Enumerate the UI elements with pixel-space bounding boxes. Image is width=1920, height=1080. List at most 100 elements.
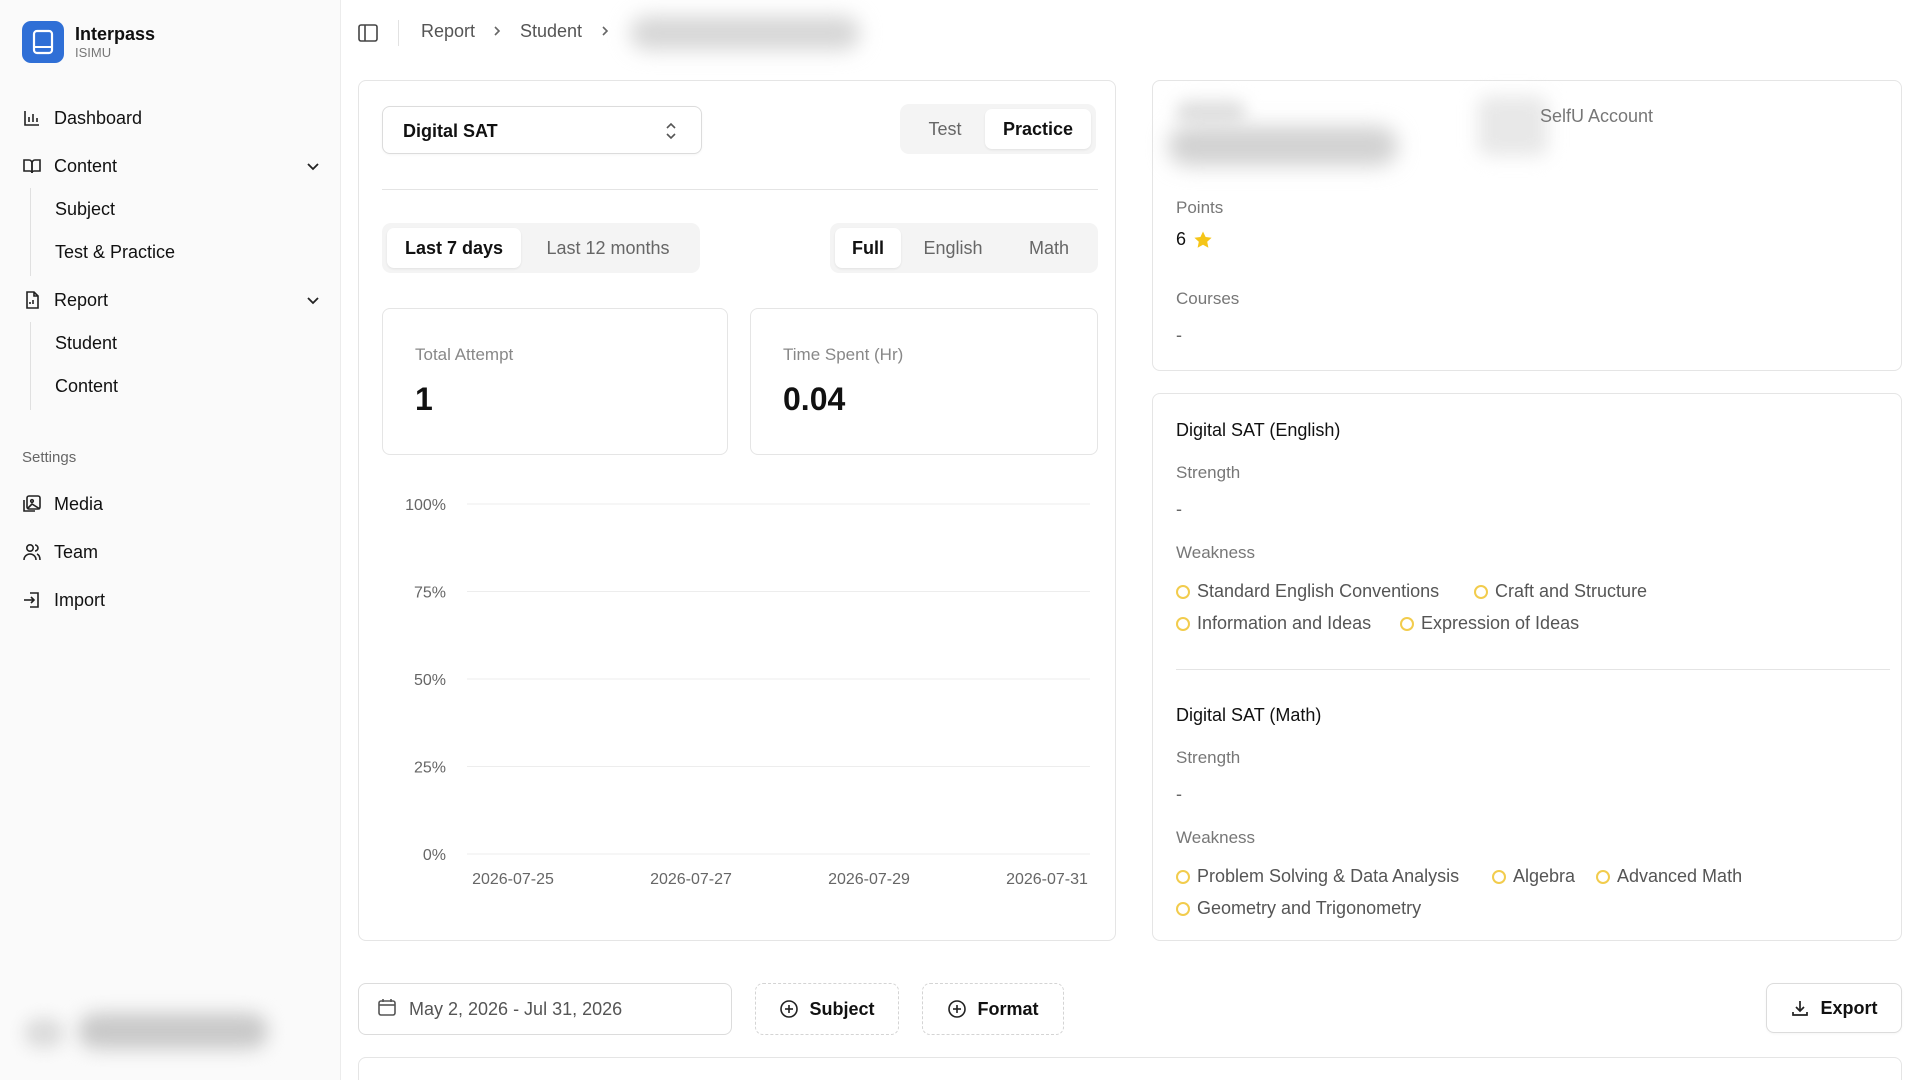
nav-dashboard-label: Dashboard [54,107,143,128]
brand-org: ISIMU [75,45,112,60]
profile-name-redacted [1168,126,1398,166]
account-type: SelfU Account [1540,106,1654,126]
subject-filter-button[interactable]: Subject [755,983,899,1035]
circle-icon [1492,869,1506,884]
circle-icon [1596,869,1610,884]
x-tick-label: 2026-07-31 [1006,871,1088,888]
book-logo-icon [22,21,64,63]
tab-math[interactable]: Math [1005,228,1093,268]
nav-report-label: Report [54,289,109,310]
english-weakness-label: Weakness [1176,543,1256,562]
user-avatar[interactable] [24,1018,64,1048]
circle-icon [1474,584,1488,599]
sidebar-toggle-icon[interactable] [357,22,379,49]
chevron-right-icon [490,24,504,43]
report-table [358,1057,1902,1080]
breadcrumb-student[interactable]: Student [520,21,582,42]
tab-test[interactable]: Test [905,109,985,149]
exam-select[interactable]: Digital SAT [382,106,702,154]
date-range-value: May 2, 2026 - Jul 31, 2026 [409,998,623,1019]
nav-content[interactable]: Content [22,149,322,183]
nav-dashboard[interactable]: Dashboard [22,101,322,135]
content-subnav: Subject Test & Practice [30,188,320,276]
points-row: 6 [1176,229,1213,250]
nav-team[interactable]: Team [22,535,322,569]
time-spent-card: Time Spent (Hr) 0.04 [750,308,1098,455]
points-label: Points [1176,198,1224,217]
brand-name: Interpass [75,24,156,44]
weakness-tag: Expression of Ideas [1400,613,1579,634]
weakness-tag: Craft and Structure [1474,581,1647,602]
profile-label-redacted [1176,100,1246,124]
nav-media[interactable]: Media [22,487,322,521]
breadcrumb-student-name [630,16,860,50]
y-tick-label: 25% [414,760,446,777]
export-button[interactable]: Export [1766,983,1902,1033]
open-book-icon [22,156,42,176]
english-strength-value: - [1176,499,1182,519]
star-icon [1193,230,1213,250]
format-filter-label: Format [977,998,1039,1019]
mode-tabs: Test Practice [900,104,1096,154]
nav-import[interactable]: Import [22,583,322,617]
nav-student[interactable]: Student [55,328,117,358]
circle-icon [1176,584,1190,599]
topbar-divider [398,20,399,46]
nav-team-label: Team [54,541,99,562]
date-range-picker[interactable]: May 2, 2026 - Jul 31, 2026 [358,983,732,1035]
tab-full[interactable]: Full [835,228,901,268]
tab-practice[interactable]: Practice [985,109,1091,149]
tab-last-7-days[interactable]: Last 7 days [387,228,521,268]
nav-media-label: Media [54,493,104,514]
bar-chart-icon [22,108,42,128]
x-tick-label: 2026-07-25 [472,871,554,888]
strength-weakness-card [1152,393,1902,941]
courses-label: Courses [1176,289,1240,308]
download-icon [1790,998,1810,1018]
file-report-icon [22,290,42,310]
nav-report-content[interactable]: Content [55,371,118,401]
tab-english[interactable]: English [901,228,1005,268]
tab-last-12-months[interactable]: Last 12 months [521,228,695,268]
chevron-up-down-icon [663,121,679,146]
user-menu[interactable] [78,1013,268,1049]
section-divider [1176,669,1890,670]
brand[interactable]: Interpass ISIMU [22,21,155,63]
account-redacted [1478,96,1548,156]
format-filter-button[interactable]: Format [922,983,1064,1035]
chevron-down-icon[interactable] [304,291,322,314]
settings-section-label: Settings [22,449,77,466]
weakness-tag: Geometry and Trigonometry [1176,898,1421,919]
circle-icon [1176,869,1190,884]
nav-content-label: Content [54,155,118,176]
breadcrumb-report[interactable]: Report [421,21,475,42]
nav-import-label: Import [54,589,106,610]
import-icon [22,590,42,610]
progress-line-chart: 100% 75% 50% 25% 0% 2026-07-25 2026-07-27 2026-… [405,497,1090,888]
weakness-tag: Problem Solving & Data Analysis [1176,866,1459,887]
nav-report[interactable]: Report [22,283,322,317]
total-attempt-label: Total Attempt [415,345,514,364]
filter-divider [382,189,1098,190]
report-subnav: Student Content [30,322,320,410]
exam-select-value: Digital SAT [403,121,498,141]
circle-icon [1176,616,1190,631]
nav-test-practice[interactable]: Test & Practice [55,237,175,267]
chevron-down-icon[interactable] [304,157,322,180]
chevron-right-icon [598,24,612,43]
y-tick-label: 0% [423,847,446,864]
english-strength-label: Strength [1176,463,1241,482]
nav-subject[interactable]: Subject [55,194,115,224]
y-tick-label: 50% [414,672,446,689]
courses-value: - [1176,325,1182,345]
total-attempt-card: Total Attempt 1 [382,308,728,455]
sidebar: Interpass ISIMU Dashboard Content Subjec… [0,0,341,1080]
weakness-tag: Standard English Conventions [1176,581,1439,602]
y-tick-label: 75% [414,585,446,602]
plus-circle-icon [779,999,799,1019]
math-strength-value: - [1176,784,1182,804]
weakness-tag: Advanced Math [1596,866,1742,887]
users-icon [22,542,42,562]
time-spent-value: 0.04 [783,381,846,417]
time-spent-label: Time Spent (Hr) [783,345,904,364]
